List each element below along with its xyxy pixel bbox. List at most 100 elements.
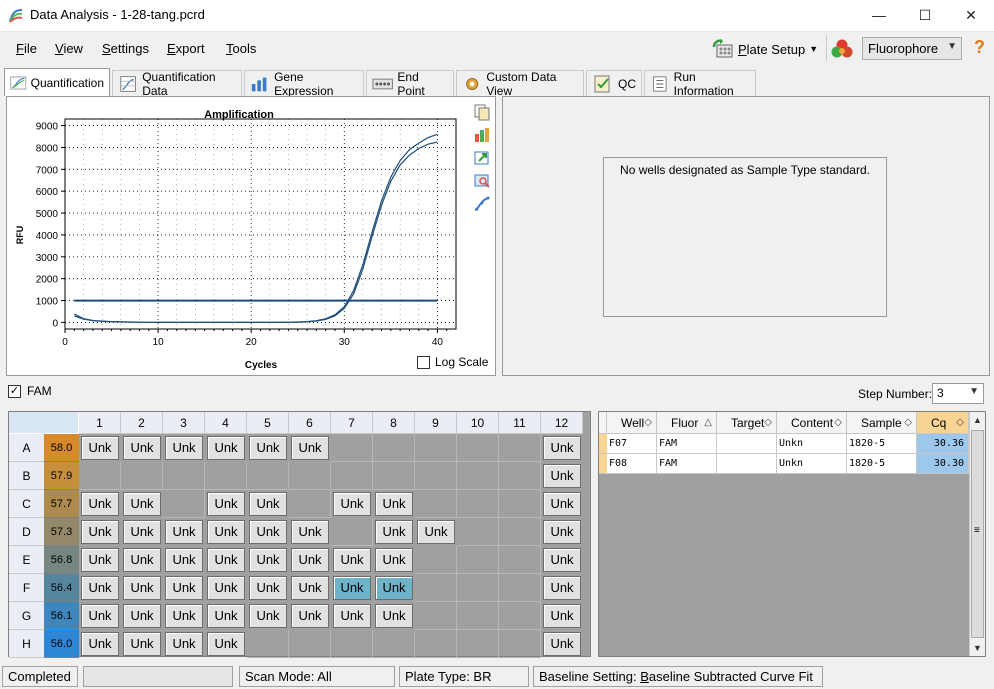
log-scale-toggle[interactable]: Log Scale bbox=[417, 355, 488, 369]
well-button[interactable]: Unk bbox=[207, 520, 245, 544]
well-button[interactable]: Unk bbox=[165, 632, 203, 656]
plate-well[interactable]: Unk bbox=[205, 490, 247, 518]
column-header-target[interactable]: Target ◇ bbox=[717, 412, 777, 434]
well-button[interactable]: Unk bbox=[123, 436, 161, 460]
plate-well[interactable] bbox=[457, 602, 499, 630]
tab-end-point[interactable]: End Point bbox=[366, 70, 454, 98]
plate-well[interactable]: Unk bbox=[331, 546, 373, 574]
plate-well[interactable] bbox=[499, 546, 541, 574]
well-button[interactable]: Unk bbox=[123, 520, 161, 544]
plate-well[interactable]: Unk bbox=[247, 490, 289, 518]
plate-well[interactable]: Unk bbox=[541, 630, 583, 658]
well-button[interactable]: Unk bbox=[123, 548, 161, 572]
well-button[interactable]: Unk bbox=[123, 492, 161, 516]
plate-well[interactable]: Unk bbox=[373, 490, 415, 518]
plate-well[interactable]: Unk bbox=[121, 602, 163, 630]
plate-well[interactable] bbox=[79, 462, 121, 490]
plate-well[interactable] bbox=[499, 574, 541, 602]
menu-settings[interactable]: Settings bbox=[102, 41, 149, 56]
plate-row-header[interactable]: B bbox=[9, 462, 44, 490]
plate-row-header[interactable]: F bbox=[9, 574, 44, 602]
tab-quantification-data[interactable]: Quantification Data bbox=[112, 70, 242, 98]
well-button[interactable]: Unk bbox=[249, 492, 287, 516]
plate-well[interactable]: Unk bbox=[163, 602, 205, 630]
plate-well[interactable] bbox=[415, 602, 457, 630]
table-cell-sample[interactable]: 1820-5 bbox=[847, 454, 917, 474]
plate-well[interactable]: Unk bbox=[247, 434, 289, 462]
well-button[interactable]: Unk bbox=[543, 436, 581, 460]
menu-view[interactable]: View bbox=[55, 41, 83, 56]
plate-well[interactable] bbox=[415, 546, 457, 574]
well-button[interactable]: Unk bbox=[207, 632, 245, 656]
plate-well[interactable] bbox=[289, 630, 331, 658]
plate-well[interactable]: Unk bbox=[541, 490, 583, 518]
well-button[interactable]: Unk bbox=[375, 492, 413, 516]
plate-column-header[interactable]: 9 bbox=[415, 412, 457, 434]
plate-well[interactable] bbox=[331, 518, 373, 546]
plate-well[interactable] bbox=[457, 434, 499, 462]
well-button[interactable]: Unk bbox=[165, 604, 203, 628]
row-marker[interactable] bbox=[599, 454, 607, 474]
well-button[interactable]: Unk bbox=[543, 604, 581, 628]
well-button[interactable]: Unk bbox=[543, 492, 581, 516]
plate-well[interactable] bbox=[331, 434, 373, 462]
plate-well[interactable]: Unk bbox=[121, 490, 163, 518]
plate-well[interactable]: Unk bbox=[331, 602, 373, 630]
plate-well[interactable]: Unk bbox=[79, 518, 121, 546]
tab-quantification[interactable]: Quantification bbox=[4, 68, 110, 96]
well-button[interactable]: Unk bbox=[249, 436, 287, 460]
plate-well[interactable]: Unk bbox=[373, 546, 415, 574]
plate-well[interactable]: Unk bbox=[331, 574, 373, 602]
plate-well[interactable]: Unk bbox=[541, 462, 583, 490]
plate-well[interactable]: Unk bbox=[163, 574, 205, 602]
plate-well[interactable] bbox=[499, 602, 541, 630]
well-button[interactable]: Unk bbox=[165, 576, 203, 600]
copy-icon[interactable] bbox=[473, 103, 491, 121]
well-button[interactable]: Unk bbox=[123, 576, 161, 600]
scroll-thumb[interactable]: ≡ bbox=[971, 430, 984, 638]
plate-column-header[interactable]: 5 bbox=[247, 412, 289, 434]
well-button[interactable]: Unk bbox=[207, 548, 245, 572]
well-button[interactable]: Unk bbox=[81, 492, 119, 516]
plate-column-header[interactable]: 7 bbox=[331, 412, 373, 434]
plate-well[interactable] bbox=[331, 462, 373, 490]
well-button[interactable]: Unk bbox=[291, 436, 329, 460]
plate-corner[interactable] bbox=[9, 412, 79, 434]
plate-well[interactable]: Unk bbox=[163, 546, 205, 574]
well-button[interactable]: Unk bbox=[291, 520, 329, 544]
plate-well[interactable]: Unk bbox=[373, 518, 415, 546]
plate-well[interactable] bbox=[499, 490, 541, 518]
plate-well[interactable] bbox=[331, 630, 373, 658]
plate-well[interactable]: Unk bbox=[163, 630, 205, 658]
plate-well[interactable] bbox=[373, 462, 415, 490]
plate-column-header[interactable]: 10 bbox=[457, 412, 499, 434]
well-button[interactable]: Unk bbox=[333, 492, 371, 516]
plate-well[interactable]: Unk bbox=[289, 602, 331, 630]
well-button[interactable]: Unk bbox=[249, 548, 287, 572]
plate-column-header[interactable]: 11 bbox=[499, 412, 541, 434]
well-button[interactable]: Unk bbox=[81, 576, 119, 600]
well-button[interactable]: Unk bbox=[291, 576, 329, 600]
well-button[interactable]: Unk bbox=[543, 520, 581, 544]
plate-well[interactable]: Unk bbox=[121, 434, 163, 462]
scroll-down-icon[interactable]: ▼ bbox=[970, 640, 985, 656]
fluorophore-select[interactable]: Fluorophore ▼ bbox=[862, 37, 962, 60]
step-number-select[interactable]: 3 ▼ bbox=[932, 383, 984, 404]
plate-well[interactable] bbox=[289, 490, 331, 518]
well-button[interactable]: Unk bbox=[81, 436, 119, 460]
fluorophore-color-icon[interactable] bbox=[830, 37, 854, 61]
plate-column-header[interactable]: 6 bbox=[289, 412, 331, 434]
export-chart-icon[interactable] bbox=[473, 149, 491, 167]
well-button[interactable]: Unk bbox=[375, 520, 413, 544]
sort-icon[interactable]: △ bbox=[704, 412, 712, 434]
well-button[interactable]: Unk bbox=[207, 576, 245, 600]
plate-row-header[interactable]: D bbox=[9, 518, 44, 546]
well-button[interactable]: Unk bbox=[207, 604, 245, 628]
well-button[interactable]: Unk bbox=[165, 436, 203, 460]
plate-well[interactable]: Unk bbox=[163, 434, 205, 462]
plate-well[interactable]: Unk bbox=[541, 518, 583, 546]
plate-well[interactable] bbox=[457, 630, 499, 658]
well-button[interactable]: Unk bbox=[81, 604, 119, 628]
plate-well[interactable]: Unk bbox=[373, 574, 415, 602]
maximize-button[interactable]: ☐ bbox=[902, 0, 948, 30]
